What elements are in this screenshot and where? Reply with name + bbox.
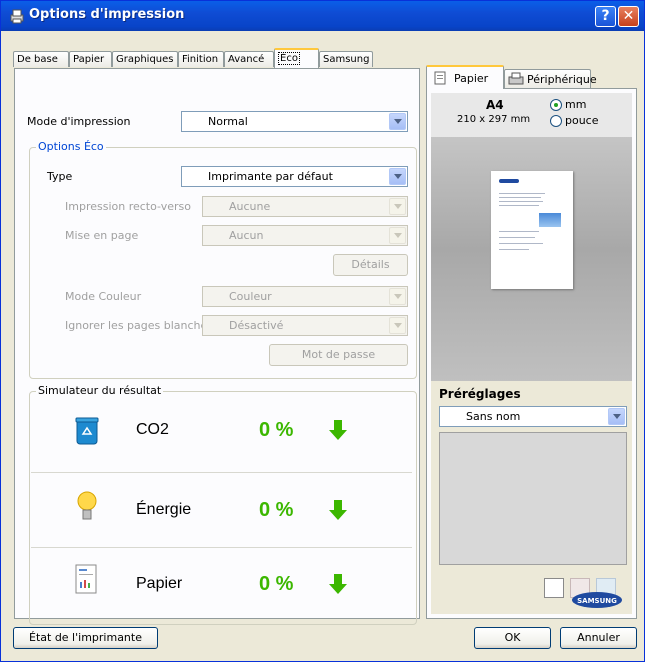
color-mode-label: Mode Couleur [65, 290, 142, 303]
tab-de-base[interactable]: De base [13, 51, 69, 67]
tab-finition[interactable]: Finition [178, 51, 224, 67]
type-select[interactable]: Imprimante par défaut [181, 166, 408, 187]
lightbulb-icon [77, 491, 97, 520]
tab-paper-label: Papier [454, 72, 489, 85]
print-mode-select[interactable]: Normal [181, 111, 408, 132]
dialog-content: De base Papier Graphiques Finition Avanc… [5, 31, 641, 659]
preview-panel: A4 210 x 297 mm mm pouce Préréglages San… [426, 88, 637, 619]
chevron-down-icon[interactable] [389, 113, 406, 130]
help-button[interactable]: ? [595, 6, 616, 27]
printer-status-button[interactable]: État de l'imprimante [13, 627, 158, 649]
tab-samsung[interactable]: Samsung [319, 51, 373, 67]
chevron-down-icon [389, 198, 406, 215]
tab-eco-label: Éco [278, 52, 300, 65]
arrow-down-icon [329, 574, 347, 594]
unit-inch-radio[interactable] [550, 115, 562, 127]
password-button[interactable]: Mot de passe [269, 344, 408, 366]
new-preset-icon[interactable] [544, 578, 564, 598]
skip-blank-label: Ignorer les pages blanches [65, 319, 214, 332]
unit-mm-label: mm [565, 98, 587, 111]
presets-section: Préréglages Sans nom [431, 381, 632, 614]
ok-button[interactable]: OK [474, 627, 551, 649]
page-preview [491, 171, 573, 289]
simulator-row-co2: CO2 0 % [31, 396, 412, 466]
simulator-divider [31, 547, 412, 548]
chevron-down-icon[interactable] [608, 408, 625, 425]
chevron-down-icon [389, 317, 406, 334]
co2-label: CO2 [136, 421, 169, 438]
printer-app-icon [10, 9, 24, 24]
tab-device[interactable]: Périphérique [504, 69, 597, 88]
eco-tab-panel: Mode d'impression Normal Options Éco Typ… [14, 68, 420, 625]
presets-list[interactable] [439, 432, 627, 565]
layout-select[interactable]: Aucun [202, 225, 408, 246]
simulator-row-paper: Papier 0 % [31, 550, 412, 620]
co2-value: 0 % [259, 419, 294, 441]
samsung-logo: SAMSUNG [572, 592, 622, 608]
printer-icon [508, 72, 524, 85]
title-bar[interactable]: Options d'impression ? ✕ [1, 1, 644, 31]
duplex-label: Impression recto-verso [65, 200, 191, 213]
layout-label: Mise en page [65, 229, 139, 242]
duplex-select[interactable]: Aucune [202, 196, 408, 217]
tab-avance[interactable]: Avancé [224, 51, 274, 67]
chevron-down-icon [389, 288, 406, 305]
window-title: Options d'impression [29, 7, 185, 22]
simulator-group: Simulateur du résultat CO2 0 % Énergie 0… [29, 384, 417, 625]
close-button[interactable]: ✕ [618, 6, 639, 27]
presets-title: Préréglages [439, 387, 521, 401]
paper-size: A4 [486, 98, 504, 112]
tab-paper-preview[interactable]: Papier [426, 65, 504, 89]
print-mode-value: Normal [208, 115, 248, 128]
paper-label: Papier [136, 575, 183, 592]
energy-value: 0 % [259, 499, 294, 521]
presets-value: Sans nom [466, 410, 521, 423]
print-options-window: Options d'impression ? ✕ De base Papier … [0, 0, 645, 662]
unit-mm-radio[interactable] [550, 99, 562, 111]
simulator-row-energy: Énergie 0 % [31, 476, 412, 546]
details-button[interactable]: Détails [333, 254, 408, 276]
energy-label: Énergie [136, 501, 192, 518]
samsung-logo-text: SAMSUNG [577, 597, 617, 605]
type-value: Imprimante par défaut [208, 170, 333, 183]
recycle-bin-icon [75, 417, 99, 445]
cancel-button[interactable]: Annuler [560, 627, 637, 649]
presets-select[interactable]: Sans nom [439, 406, 627, 427]
tab-graphiques[interactable]: Graphiques [112, 51, 178, 67]
color-mode-select[interactable]: Couleur [202, 286, 408, 307]
unit-inch-label: pouce [565, 114, 599, 127]
chevron-down-icon [389, 227, 406, 244]
skip-blank-select[interactable]: Désactivé [202, 315, 408, 336]
color-mode-value: Couleur [229, 290, 272, 303]
tab-eco[interactable]: Éco [274, 48, 319, 68]
type-label: Type [47, 170, 73, 183]
tab-papier[interactable]: Papier [69, 51, 112, 67]
page-icon [434, 71, 446, 85]
duplex-value: Aucune [229, 200, 271, 213]
simulator-divider [31, 472, 412, 473]
arrow-down-icon [329, 420, 347, 440]
chevron-down-icon[interactable] [389, 168, 406, 185]
print-mode-label: Mode d'impression [27, 115, 131, 128]
eco-options-title: Options Éco [36, 140, 106, 153]
skip-blank-value: Désactivé [229, 319, 284, 332]
paper-info-box: A4 210 x 297 mm mm pouce [431, 93, 632, 137]
paper-value: 0 % [259, 573, 294, 595]
paper-icon [75, 564, 97, 594]
tab-device-label: Périphérique [527, 73, 597, 86]
layout-value: Aucun [229, 229, 264, 242]
arrow-down-icon [329, 500, 347, 520]
paper-dims: 210 x 297 mm [457, 114, 531, 125]
